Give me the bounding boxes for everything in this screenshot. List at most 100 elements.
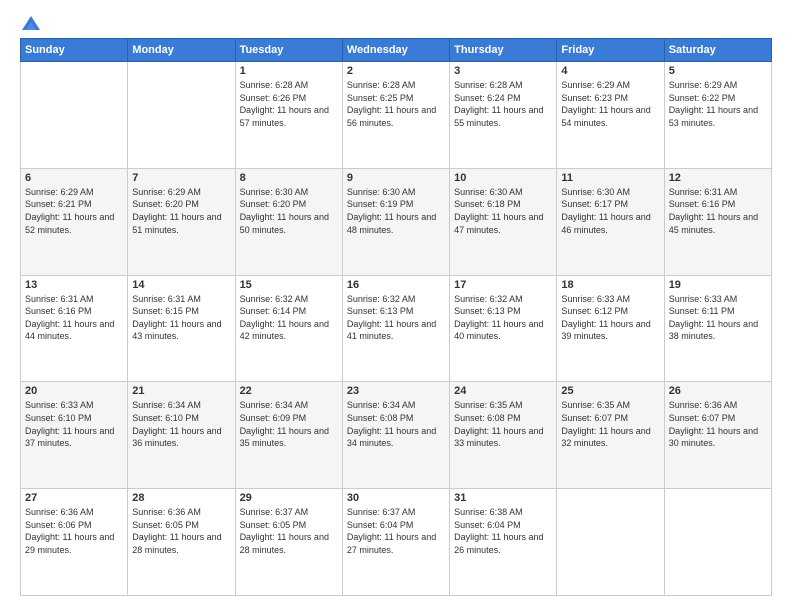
day-number: 30 bbox=[347, 492, 445, 504]
calendar-table: SundayMondayTuesdayWednesdayThursdayFrid… bbox=[20, 38, 772, 596]
day-number: 18 bbox=[561, 279, 659, 291]
day-info: Sunrise: 6:35 AM Sunset: 6:07 PM Dayligh… bbox=[561, 399, 659, 449]
calendar-header-row: SundayMondayTuesdayWednesdayThursdayFrid… bbox=[21, 39, 772, 62]
day-number: 2 bbox=[347, 65, 445, 77]
calendar-day-cell: 29 Sunrise: 6:37 AM Sunset: 6:05 PM Dayli… bbox=[235, 489, 342, 596]
day-number: 13 bbox=[25, 279, 123, 291]
day-info: Sunrise: 6:33 AM Sunset: 6:11 PM Dayligh… bbox=[669, 293, 767, 343]
calendar-day-cell: 30Sunrise: 6:37 AM Sunset: 6:04 PM Dayli… bbox=[342, 489, 449, 596]
day-number: 1 bbox=[240, 65, 338, 77]
calendar-day-cell bbox=[557, 489, 664, 596]
day-number: 15 bbox=[240, 279, 338, 291]
day-info: Sunrise: 6:34 AM Sunset: 6:09 PM Dayligh… bbox=[240, 399, 338, 449]
day-number: 17 bbox=[454, 279, 552, 291]
day-info: Sunrise: 6:31 AM Sunset: 6:16 PM Dayligh… bbox=[669, 186, 767, 236]
calendar-day-cell bbox=[21, 62, 128, 169]
calendar-day-cell: 1 Sunrise: 6:28 AM Sunset: 6:26 PM Daylig… bbox=[235, 62, 342, 169]
calendar-day-cell: 22 Sunrise: 6:34 AM Sunset: 6:09 PM Dayli… bbox=[235, 382, 342, 489]
day-of-week-header: Thursday bbox=[450, 39, 557, 62]
day-number: 27 bbox=[25, 492, 123, 504]
calendar-day-cell: 11 Sunrise: 6:30 AM Sunset: 6:17 PM Dayli… bbox=[557, 168, 664, 275]
day-number: 8 bbox=[240, 172, 338, 184]
day-info: Sunrise: 6:33 AM Sunset: 6:12 PM Dayligh… bbox=[561, 293, 659, 343]
day-info: Sunrise: 6:29 AM Sunset: 6:23 PM Dayligh… bbox=[561, 79, 659, 129]
calendar-week-row: 13 Sunrise: 6:31 AM Sunset: 6:16 PM Dayli… bbox=[21, 275, 772, 382]
calendar-day-cell: 7Sunrise: 6:29 AM Sunset: 6:20 PM Daylig… bbox=[128, 168, 235, 275]
day-info: Sunrise: 6:29 AM Sunset: 6:20 PM Dayligh… bbox=[132, 186, 230, 236]
day-of-week-header: Monday bbox=[128, 39, 235, 62]
calendar-day-cell: 21 Sunrise: 6:34 AM Sunset: 6:10 PM Dayli… bbox=[128, 382, 235, 489]
calendar-week-row: 20 Sunrise: 6:33 AM Sunset: 6:10 PM Dayli… bbox=[21, 382, 772, 489]
page: SundayMondayTuesdayWednesdayThursdayFrid… bbox=[0, 0, 792, 612]
day-of-week-header: Saturday bbox=[664, 39, 771, 62]
calendar-day-cell: 14 Sunrise: 6:31 AM Sunset: 6:15 PM Dayli… bbox=[128, 275, 235, 382]
day-info: Sunrise: 6:36 AM Sunset: 6:06 PM Dayligh… bbox=[25, 506, 123, 556]
day-number: 21 bbox=[132, 385, 230, 397]
calendar-week-row: 1 Sunrise: 6:28 AM Sunset: 6:26 PM Daylig… bbox=[21, 62, 772, 169]
calendar-day-cell: 13 Sunrise: 6:31 AM Sunset: 6:16 PM Dayli… bbox=[21, 275, 128, 382]
day-info: Sunrise: 6:38 AM Sunset: 6:04 PM Dayligh… bbox=[454, 506, 552, 556]
day-of-week-header: Tuesday bbox=[235, 39, 342, 62]
day-info: Sunrise: 6:34 AM Sunset: 6:10 PM Dayligh… bbox=[132, 399, 230, 449]
day-number: 29 bbox=[240, 492, 338, 504]
calendar-day-cell: 24 Sunrise: 6:35 AM Sunset: 6:08 PM Dayli… bbox=[450, 382, 557, 489]
calendar-day-cell bbox=[128, 62, 235, 169]
day-info: Sunrise: 6:30 AM Sunset: 6:18 PM Dayligh… bbox=[454, 186, 552, 236]
day-info: Sunrise: 6:34 AM Sunset: 6:08 PM Dayligh… bbox=[347, 399, 445, 449]
calendar-day-cell: 16 Sunrise: 6:32 AM Sunset: 6:13 PM Dayli… bbox=[342, 275, 449, 382]
day-number: 11 bbox=[561, 172, 659, 184]
calendar-day-cell: 18 Sunrise: 6:33 AM Sunset: 6:12 PM Dayli… bbox=[557, 275, 664, 382]
day-info: Sunrise: 6:30 AM Sunset: 6:17 PM Dayligh… bbox=[561, 186, 659, 236]
day-info: Sunrise: 6:29 AM Sunset: 6:22 PM Dayligh… bbox=[669, 79, 767, 129]
day-number: 16 bbox=[347, 279, 445, 291]
header bbox=[20, 16, 772, 28]
calendar-day-cell: 27 Sunrise: 6:36 AM Sunset: 6:06 PM Dayli… bbox=[21, 489, 128, 596]
day-number: 14 bbox=[132, 279, 230, 291]
calendar-day-cell: 17 Sunrise: 6:32 AM Sunset: 6:13 PM Dayli… bbox=[450, 275, 557, 382]
day-of-week-header: Wednesday bbox=[342, 39, 449, 62]
day-info: Sunrise: 6:28 AM Sunset: 6:25 PM Dayligh… bbox=[347, 79, 445, 129]
calendar-day-cell: 9 Sunrise: 6:30 AM Sunset: 6:19 PM Daylig… bbox=[342, 168, 449, 275]
day-number: 6 bbox=[25, 172, 123, 184]
day-info: Sunrise: 6:28 AM Sunset: 6:26 PM Dayligh… bbox=[240, 79, 338, 129]
day-info: Sunrise: 6:30 AM Sunset: 6:19 PM Dayligh… bbox=[347, 186, 445, 236]
calendar-day-cell: 10 Sunrise: 6:30 AM Sunset: 6:18 PM Dayli… bbox=[450, 168, 557, 275]
calendar-day-cell: 6Sunrise: 6:29 AM Sunset: 6:21 PM Daylig… bbox=[21, 168, 128, 275]
day-number: 22 bbox=[240, 385, 338, 397]
day-number: 20 bbox=[25, 385, 123, 397]
day-info: Sunrise: 6:33 AM Sunset: 6:10 PM Dayligh… bbox=[25, 399, 123, 449]
calendar-day-cell: 25Sunrise: 6:35 AM Sunset: 6:07 PM Dayli… bbox=[557, 382, 664, 489]
day-number: 24 bbox=[454, 385, 552, 397]
calendar-day-cell: 2 Sunrise: 6:28 AM Sunset: 6:25 PM Daylig… bbox=[342, 62, 449, 169]
calendar-day-cell: 26Sunrise: 6:36 AM Sunset: 6:07 PM Dayli… bbox=[664, 382, 771, 489]
day-number: 10 bbox=[454, 172, 552, 184]
day-info: Sunrise: 6:37 AM Sunset: 6:05 PM Dayligh… bbox=[240, 506, 338, 556]
calendar-week-row: 27 Sunrise: 6:36 AM Sunset: 6:06 PM Dayli… bbox=[21, 489, 772, 596]
calendar-day-cell: 8 Sunrise: 6:30 AM Sunset: 6:20 PM Daylig… bbox=[235, 168, 342, 275]
calendar-day-cell: 12 Sunrise: 6:31 AM Sunset: 6:16 PM Dayli… bbox=[664, 168, 771, 275]
calendar-day-cell: 19 Sunrise: 6:33 AM Sunset: 6:11 PM Dayli… bbox=[664, 275, 771, 382]
calendar-day-cell: 15 Sunrise: 6:32 AM Sunset: 6:14 PM Dayli… bbox=[235, 275, 342, 382]
calendar-day-cell: 3Sunrise: 6:28 AM Sunset: 6:24 PM Daylig… bbox=[450, 62, 557, 169]
logo-icon bbox=[22, 16, 40, 30]
day-info: Sunrise: 6:32 AM Sunset: 6:14 PM Dayligh… bbox=[240, 293, 338, 343]
day-of-week-header: Sunday bbox=[21, 39, 128, 62]
day-info: Sunrise: 6:32 AM Sunset: 6:13 PM Dayligh… bbox=[347, 293, 445, 343]
day-number: 31 bbox=[454, 492, 552, 504]
day-number: 12 bbox=[669, 172, 767, 184]
day-number: 5 bbox=[669, 65, 767, 77]
day-info: Sunrise: 6:28 AM Sunset: 6:24 PM Dayligh… bbox=[454, 79, 552, 129]
calendar-day-cell: 31 Sunrise: 6:38 AM Sunset: 6:04 PM Dayli… bbox=[450, 489, 557, 596]
day-number: 23 bbox=[347, 385, 445, 397]
day-info: Sunrise: 6:30 AM Sunset: 6:20 PM Dayligh… bbox=[240, 186, 338, 236]
calendar-day-cell: 23 Sunrise: 6:34 AM Sunset: 6:08 PM Dayli… bbox=[342, 382, 449, 489]
day-info: Sunrise: 6:35 AM Sunset: 6:08 PM Dayligh… bbox=[454, 399, 552, 449]
day-number: 19 bbox=[669, 279, 767, 291]
day-info: Sunrise: 6:31 AM Sunset: 6:16 PM Dayligh… bbox=[25, 293, 123, 343]
calendar-day-cell: 5 Sunrise: 6:29 AM Sunset: 6:22 PM Daylig… bbox=[664, 62, 771, 169]
day-info: Sunrise: 6:31 AM Sunset: 6:15 PM Dayligh… bbox=[132, 293, 230, 343]
day-number: 9 bbox=[347, 172, 445, 184]
day-info: Sunrise: 6:32 AM Sunset: 6:13 PM Dayligh… bbox=[454, 293, 552, 343]
day-info: Sunrise: 6:36 AM Sunset: 6:05 PM Dayligh… bbox=[132, 506, 230, 556]
day-number: 4 bbox=[561, 65, 659, 77]
